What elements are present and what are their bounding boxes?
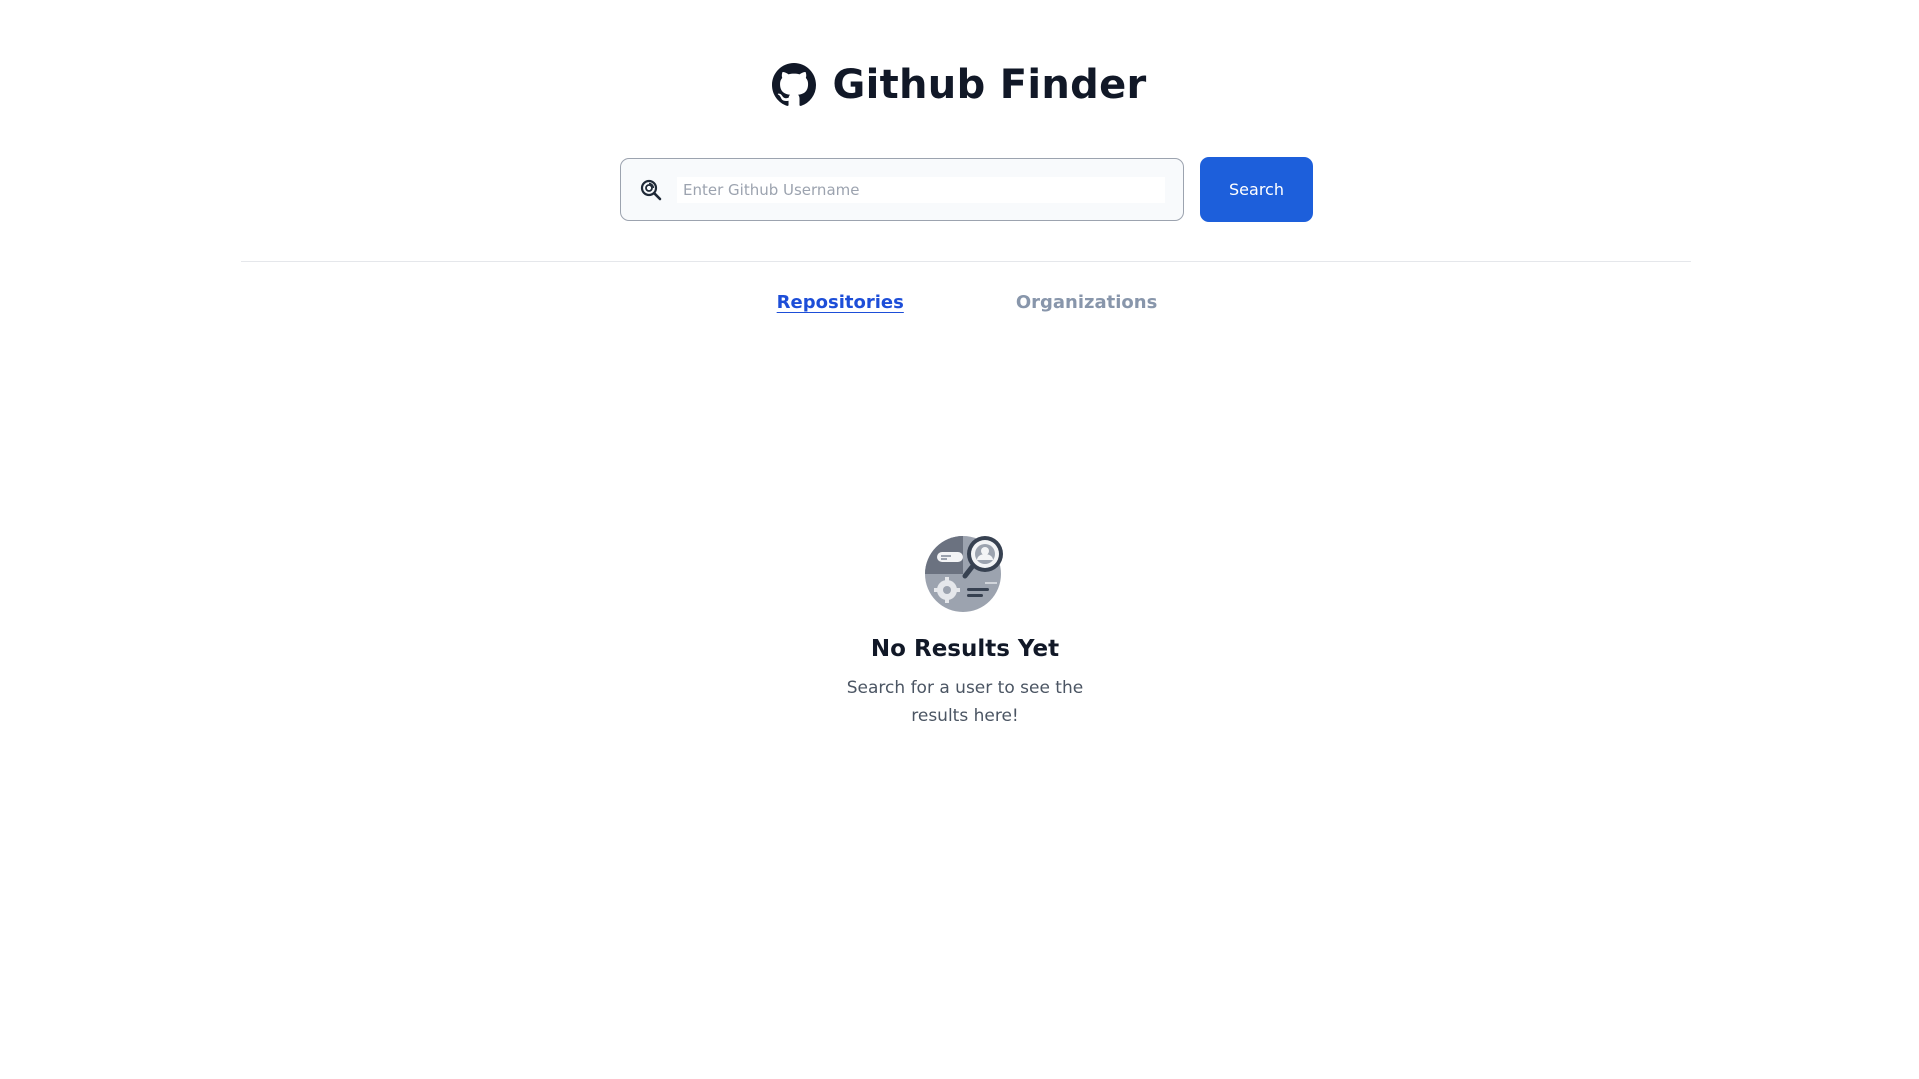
page-title: Github Finder (832, 62, 1147, 108)
search-bar: Search (620, 157, 1313, 222)
tab-repositories[interactable]: Repositories (777, 292, 904, 313)
result-tabs: Repositories Organizations (0, 292, 1919, 313)
github-finder-page: Github Finder Search Repositories Organi… (0, 0, 1919, 1079)
brand: Github Finder (772, 62, 1146, 108)
github-icon (772, 63, 817, 106)
empty-state-title: No Results Yet (870, 636, 1060, 662)
empty-state-message: Search for a user to see the results her… (846, 678, 1084, 726)
divider (241, 261, 1691, 262)
search-input[interactable] (677, 176, 1165, 203)
search-profile-illustration (925, 536, 1003, 612)
app-header: Github Finder (0, 62, 1919, 108)
search-button[interactable]: Search (1200, 157, 1313, 222)
search-icon (640, 179, 662, 200)
empty-state: No Results Yet Search for a user to see … (0, 530, 1919, 730)
search-field-container[interactable] (620, 158, 1184, 221)
tab-organizations[interactable]: Organizations (1016, 292, 1158, 313)
